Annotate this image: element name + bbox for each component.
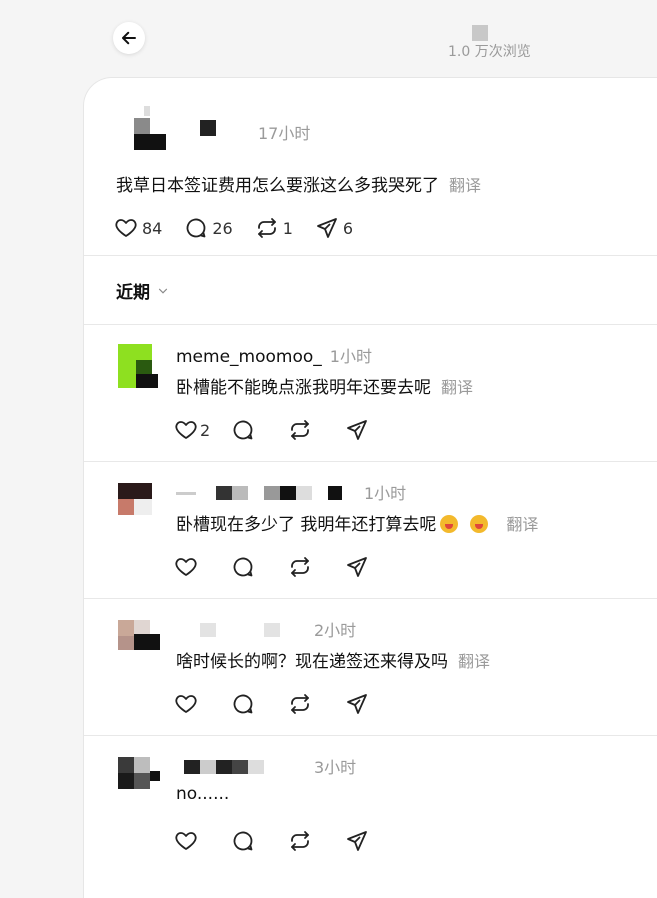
share-icon [347,420,367,440]
op-repost-button[interactable]: 1 [255,216,293,240]
comment-header: meme_moomoo_ 1小时 [176,343,372,367]
share-icon [347,831,367,851]
repost-icon [291,831,309,851]
comment-body: no...... [176,784,230,804]
op-translate-link[interactable]: 翻译 [449,176,481,195]
chevron-down-icon [158,288,168,294]
comment-actions [174,555,402,579]
comment-header: 1小时 [176,480,406,504]
comment-share-button[interactable] [345,418,402,442]
sort-label: 近期 [116,283,150,303]
comment-like-button[interactable] [174,829,231,853]
comment-repost-button[interactable] [288,829,345,853]
heart-icon [175,558,197,576]
comment-body: 卧槽现在多少了 我明年还打算去呢 [176,515,437,535]
share-icon [317,218,337,238]
op-avatar[interactable] [134,106,170,154]
comment-username-redacted[interactable] [176,623,306,639]
comment-timestamp: 1小时 [364,484,407,503]
comment-username-redacted[interactable] [176,486,356,502]
comment-username[interactable]: meme_moomoo_ [176,347,322,367]
sort-dropdown[interactable]: 近期 [116,278,170,303]
comment-username-redacted[interactable] [176,760,306,776]
comment-avatar[interactable] [118,483,158,527]
back-button[interactable] [113,22,145,54]
op-timestamp: 17小时 [258,124,311,143]
comment-text: no...... [176,784,229,804]
heart-icon [175,421,197,439]
comment-share-button[interactable] [345,555,402,579]
reply-icon [233,694,253,714]
comment-repost-button[interactable] [288,418,345,442]
divider [84,255,657,256]
comment-reply-button[interactable] [231,692,288,716]
comment-header: 2小时 [176,617,356,641]
comment-item: 2小时 啥时候长的啊？现在递签还来得及吗 翻译 [84,598,657,734]
reply-icon [186,218,206,238]
comment-reply-button[interactable] [231,829,288,853]
op-like-count: 84 [142,218,163,238]
crying-cat-emoji-icon [440,515,459,533]
comment-like-button[interactable] [174,692,231,716]
op-actions: 84 26 1 6 [114,215,375,241]
comment-text: 卧槽能不能晚点涨我明年还要去呢 翻译 [176,373,473,398]
share-icon [347,694,367,714]
comment-text: 卧槽现在多少了 我明年还打算去呢 翻译 [176,510,538,535]
comment-avatar[interactable] [118,757,160,801]
op-body: 我草日本签证费用怎么要涨这么多我哭死了 [116,176,439,196]
op-reply-button[interactable]: 26 [184,216,233,240]
thread-panel: 17小时 我草日本签证费用怎么要涨这么多我哭死了翻译 84 26 1 6 近期 [84,78,657,898]
top-bar: 1.0 万次浏览 [0,0,657,78]
comment-share-button[interactable] [345,692,402,716]
op-repost-count: 1 [282,218,293,238]
comment-timestamp: 2小时 [314,621,357,640]
reply-icon [233,557,253,577]
comment-timestamp: 3小时 [314,758,357,777]
repost-icon [257,218,276,238]
op-reply-count: 26 [212,218,233,238]
op-share-button[interactable]: 6 [315,216,353,240]
comment-actions [174,829,402,853]
comment-reply-button[interactable] [231,418,288,442]
comment-body: 卧槽能不能晚点涨我明年还要去呢 [176,378,431,398]
op-username-redacted[interactable] [200,120,216,136]
comment-text: 啥时候长的啊？现在递签还来得及吗 翻译 [176,647,490,672]
comment-like-button[interactable] [174,555,231,579]
repost-icon [291,420,309,440]
comment-like-button[interactable]: 2 [174,418,231,442]
comment-item: meme_moomoo_ 1小时 卧槽能不能晚点涨我明年还要去呢 翻译 2 [84,324,657,460]
views-avatar-placeholder [472,25,488,41]
comment-item: 1小时 卧槽现在多少了 我明年还打算去呢 翻译 [84,461,657,597]
comment-share-button[interactable] [345,829,402,853]
comment-like-count: 2 [200,420,211,440]
share-icon [347,557,367,577]
heart-icon [175,832,197,850]
view-count: 1.0 万次浏览 [448,44,531,60]
reply-icon [233,420,253,440]
comment-translate-link[interactable]: 翻译 [506,515,538,534]
heart-icon [115,219,137,237]
comment-translate-link[interactable]: 翻译 [441,378,473,397]
comment-avatar[interactable] [118,344,158,388]
comment-actions: 2 [174,418,402,442]
comment-body: 啥时候长的啊？现在递签还来得及吗 [176,652,448,672]
comment-item: 3小时 no...... [84,735,657,871]
comment-reply-button[interactable] [231,555,288,579]
comment-avatar[interactable] [118,620,160,664]
comment-actions [174,692,402,716]
crying-cat-emoji-icon [470,515,489,533]
comment-translate-link[interactable]: 翻译 [458,652,490,671]
back-arrow-icon [122,31,136,45]
comment-timestamp: 1小时 [329,347,372,366]
reply-icon [233,831,253,851]
repost-icon [291,694,309,714]
heart-icon [175,695,197,713]
op-text: 我草日本签证费用怎么要涨这么多我哭死了 翻译 [116,171,481,196]
comment-repost-button[interactable] [288,555,345,579]
comment-header: 3小时 [176,754,356,778]
op-like-button[interactable]: 84 [114,216,162,240]
comment-repost-button[interactable] [288,692,345,716]
op-share-count: 6 [342,218,354,238]
repost-icon [291,557,309,577]
